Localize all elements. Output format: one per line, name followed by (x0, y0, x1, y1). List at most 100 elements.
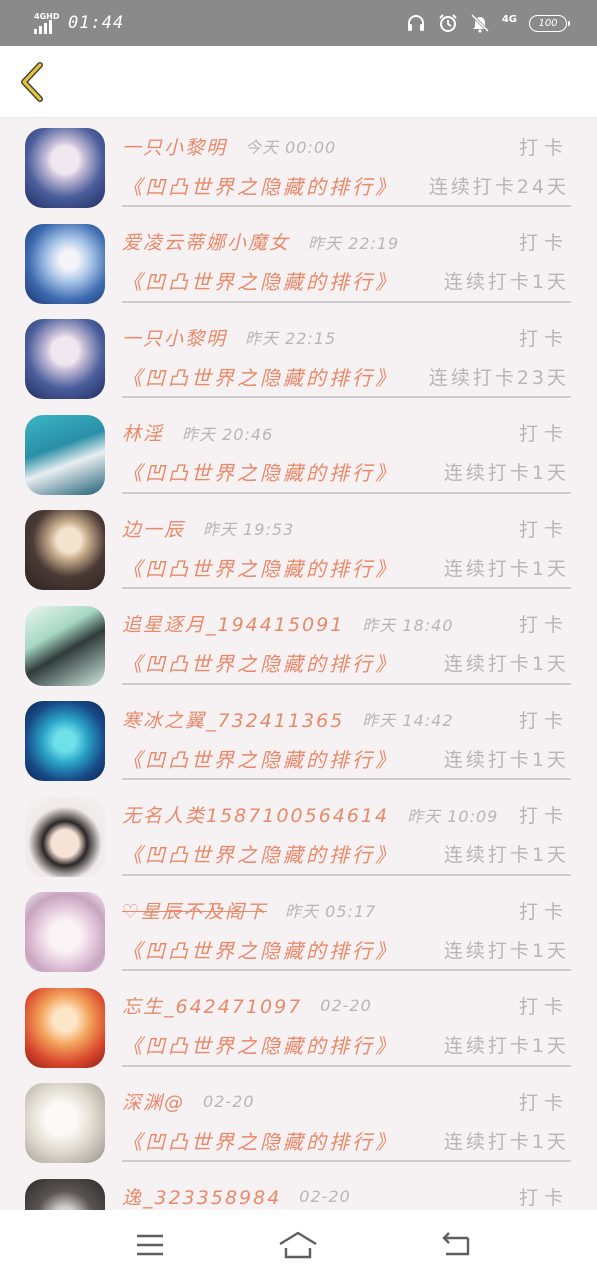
user-name[interactable]: 追星逐月_194415091 (122, 610, 344, 637)
streak-text: 连续打卡23天 (428, 366, 569, 389)
action-label: 打卡 (518, 805, 569, 827)
streak-text: 连续打卡1天 (443, 1035, 569, 1057)
headphones-icon (406, 13, 426, 33)
menu-button[interactable] (130, 1228, 170, 1262)
user-name[interactable]: ♡星辰不及阁下 (122, 897, 267, 924)
user-name[interactable]: 一只小黎明 (122, 324, 227, 351)
divider (122, 969, 571, 971)
list-item[interactable]: 忘生_642471097 02-20 打卡 《凹凸世界之隐藏的排行》 连续打卡1天 (0, 978, 597, 1074)
streak-text: 连续打卡1天 (443, 1130, 569, 1153)
status-left: 4GHD 01:44 (34, 12, 124, 34)
list-item[interactable]: ♡星辰不及阁下 昨天 05:17 打卡 《凹凸世界之隐藏的排行》 连续打卡1天 (0, 882, 597, 978)
user-name[interactable]: 忘生_642471097 (122, 992, 302, 1019)
board-name[interactable]: 《凹凸世界之隐藏的排行》 (122, 935, 398, 964)
avatar[interactable] (25, 987, 105, 1068)
streak-text: 连续打卡1天 (443, 271, 569, 293)
user-name[interactable]: 边一辰 (122, 515, 185, 542)
board-name[interactable]: 《凹凸世界之隐藏的排行》 (122, 648, 398, 677)
avatar[interactable] (25, 1178, 105, 1210)
board-name[interactable]: 《凹凸世界之隐藏的排行》 (122, 839, 398, 868)
action-label: 打卡 (518, 996, 569, 1018)
home-icon (279, 1231, 317, 1259)
action-label: 打卡 (518, 900, 569, 923)
divider (122, 873, 571, 876)
avatar[interactable] (25, 510, 105, 590)
clock: 01:44 (68, 13, 125, 33)
list-item[interactable]: 一只小黎明 昨天 22:15 打卡 《凹凸世界之隐藏的排行》 连续打卡23天 (0, 309, 597, 405)
board-name[interactable]: 《凹凸世界之隐藏的排行》 (122, 171, 398, 200)
timestamp: 02-20 (299, 1187, 351, 1206)
action-label: 打卡 (518, 518, 569, 541)
timestamp: 02-20 (203, 1091, 255, 1111)
user-name[interactable]: 逸_323358984 (122, 1183, 281, 1210)
menu-icon (137, 1234, 163, 1256)
divider (122, 682, 571, 685)
divider (122, 1064, 571, 1067)
header (0, 46, 597, 118)
status-bar: 4GHD 01:44 4G 100 (0, 0, 597, 46)
action-label: 打卡 (518, 614, 569, 636)
alarm-icon (438, 13, 458, 33)
battery-level: 100 (538, 17, 558, 29)
network-4g: 4G (501, 14, 517, 25)
avatar[interactable] (25, 605, 105, 686)
streak-text: 连续打卡24天 (428, 175, 569, 198)
streak-text: 连续打卡1天 (443, 748, 569, 771)
divider (122, 300, 571, 303)
board-name[interactable]: 《凹凸世界之隐藏的排行》 (122, 744, 398, 773)
avatar[interactable] (25, 414, 105, 495)
list-item[interactable]: 寒冰之翼_732411365 昨天 14:42 打卡 《凹凸世界之隐藏的排行》 连续打… (0, 691, 597, 787)
back-button[interactable] (12, 60, 52, 104)
user-name[interactable]: 深渊@ (122, 1088, 185, 1115)
status-right: 4G 100 (406, 13, 570, 33)
divider (122, 396, 571, 398)
user-name[interactable]: 爱凌云蒂娜小魔女 (122, 228, 290, 255)
list-item[interactable]: 爱凌云蒂娜小魔女 昨天 22:19 打卡 《凹凸世界之隐藏的排行》 连续打卡1天 (0, 214, 597, 310)
board-name[interactable]: 《凹凸世界之隐藏的排行》 (122, 362, 398, 391)
board-name[interactable]: 《凹凸世界之隐藏的排行》 (122, 1126, 398, 1155)
timestamp: 昨天 14:42 (362, 711, 454, 730)
mute-bell-icon (470, 13, 490, 33)
avatar[interactable] (25, 223, 105, 304)
board-name[interactable]: 《凹凸世界之隐藏的排行》 (122, 553, 398, 582)
user-name[interactable]: 林淫 (122, 419, 164, 446)
return-button[interactable] (436, 1228, 476, 1262)
streak-text: 连续打卡1天 (443, 653, 569, 675)
timestamp: 昨天 10:09 (407, 806, 499, 826)
avatar[interactable] (25, 892, 105, 972)
list-item[interactable]: 逸_323358984 02-20 打卡 (0, 1169, 597, 1210)
user-name[interactable]: 一只小黎明 (122, 133, 227, 160)
home-button[interactable] (278, 1228, 318, 1262)
list-item[interactable]: 无名人类1587100564614 昨天 10:09 打卡 《凹凸世界之隐藏的排行》… (0, 787, 597, 883)
user-name[interactable]: 寒冰之翼_732411365 (122, 706, 344, 733)
divider (122, 587, 571, 589)
timestamp: 今天 00:00 (245, 138, 337, 157)
user-name[interactable]: 无名人类1587100564614 (122, 801, 389, 828)
avatar[interactable] (25, 796, 105, 877)
divider (122, 491, 571, 494)
board-name[interactable]: 《凹凸世界之隐藏的排行》 (122, 1030, 398, 1059)
list-item[interactable]: 追星逐月_194415091 昨天 18:40 打卡 《凹凸世界之隐藏的排行》 连续打… (0, 596, 597, 692)
list-item[interactable]: 边一辰 昨天 19:53 打卡 《凹凸世界之隐藏的排行》 连续打卡1天 (0, 500, 597, 596)
board-name[interactable]: 《凹凸世界之隐藏的排行》 (122, 457, 398, 486)
streak-text: 连续打卡1天 (443, 939, 569, 962)
streak-text: 连续打卡1天 (443, 844, 569, 866)
list-item[interactable]: 一只小黎明 今天 00:00 打卡 《凹凸世界之隐藏的排行》 连续打卡24天 (0, 118, 597, 214)
timestamp: 昨天 20:46 (182, 424, 274, 444)
action-label: 打卡 (518, 1091, 569, 1114)
battery-icon: 100 (529, 14, 570, 32)
avatar[interactable] (25, 1083, 105, 1163)
avatar[interactable] (25, 319, 105, 399)
timestamp: 昨天 18:40 (362, 615, 454, 635)
streak-text: 连续打卡1天 (443, 557, 569, 580)
list-item[interactable]: 深渊@ 02-20 打卡 《凹凸世界之隐藏的排行》 连续打卡1天 (0, 1073, 597, 1169)
streak-text: 连续打卡1天 (443, 462, 569, 484)
list-item[interactable]: 林淫 昨天 20:46 打卡 《凹凸世界之隐藏的排行》 连续打卡1天 (0, 405, 597, 501)
divider (122, 778, 571, 780)
avatar[interactable] (25, 128, 105, 208)
timestamp: 昨天 22:15 (245, 329, 337, 348)
chevron-left-icon (21, 62, 43, 102)
board-name[interactable]: 《凹凸世界之隐藏的排行》 (122, 266, 398, 295)
avatar[interactable] (25, 701, 105, 781)
action-label: 打卡 (518, 327, 569, 350)
